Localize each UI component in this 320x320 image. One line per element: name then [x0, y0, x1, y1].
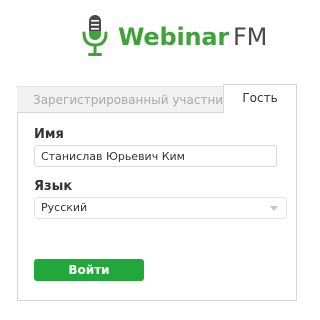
login-tabs: Зарегистрированный участник Гость: [17, 84, 297, 113]
name-input[interactable]: [34, 145, 277, 167]
brand-suffix: FM: [233, 23, 268, 51]
name-label: Имя: [34, 127, 64, 142]
dropdown-arrow-icon: [270, 206, 278, 211]
login-page: Webinar FM Зарегистрированный участник Го…: [0, 0, 320, 320]
language-label: Язык: [34, 179, 73, 194]
tab-registered-participant[interactable]: Зарегистрированный участник: [17, 86, 223, 112]
language-select-value: Русский: [41, 201, 88, 214]
brand-name-text: Webinar: [118, 23, 230, 51]
guest-login-form: Имя Язык Русский Войти: [17, 112, 297, 301]
tab-guest[interactable]: Гость: [223, 84, 297, 113]
brand-name: Webinar FM: [118, 25, 267, 49]
language-select[interactable]: Русский: [34, 197, 287, 219]
webinar-fm-logo: Webinar FM: [80, 14, 267, 60]
microphone-icon: [82, 15, 108, 56]
login-button[interactable]: Войти: [34, 259, 144, 281]
